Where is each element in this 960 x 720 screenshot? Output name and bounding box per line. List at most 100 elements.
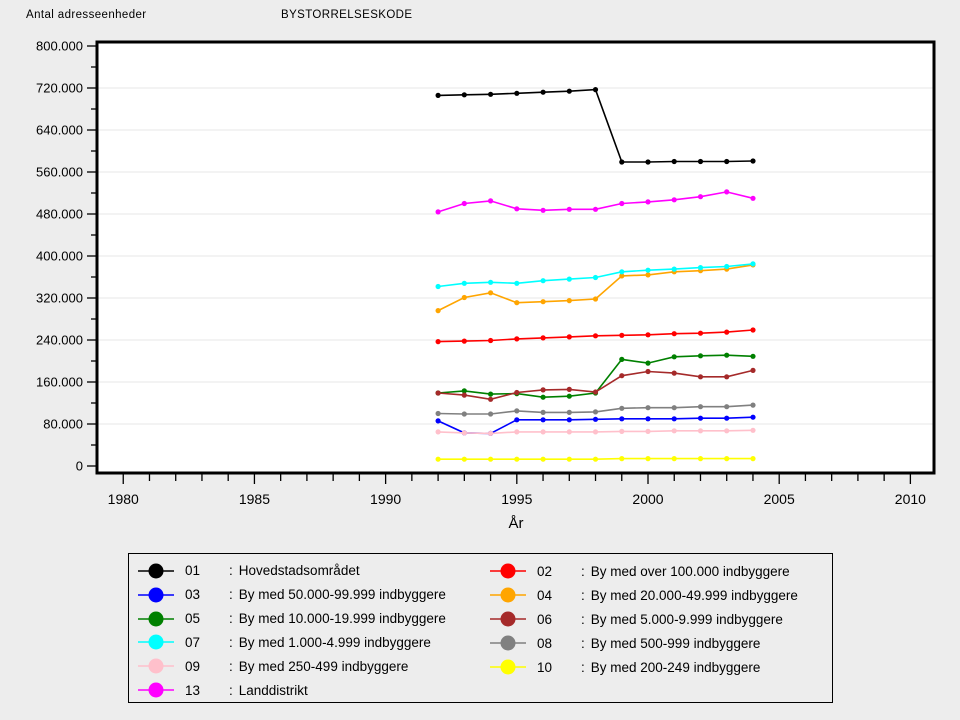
data-point-02 <box>488 338 493 343</box>
data-point-02 <box>514 336 519 341</box>
data-point-06 <box>462 393 467 398</box>
data-point-09 <box>724 428 729 433</box>
legend-marker-icon <box>489 634 527 652</box>
y-tick-label: 720.000 <box>36 81 83 96</box>
data-point-07 <box>567 277 572 282</box>
data-point-08 <box>645 405 650 410</box>
data-point-08 <box>750 403 755 408</box>
data-point-05 <box>645 361 650 366</box>
legend-item-01: 01:Hovedstadsområdet <box>129 559 481 583</box>
legend-label: By med 1.000-4.999 indbyggere <box>239 635 431 650</box>
legend-column-left: 01:Hovedstadsområdet03:By med 50.000-99.… <box>129 559 481 702</box>
legend-separator: : <box>229 611 233 626</box>
data-point-13 <box>462 201 467 206</box>
data-point-01 <box>567 89 572 94</box>
x-tick-label: 1985 <box>239 491 270 507</box>
legend-marker-icon <box>489 658 527 676</box>
legend-label: Hovedstadsområdet <box>239 563 360 578</box>
data-point-01 <box>462 92 467 97</box>
data-point-10 <box>645 456 650 461</box>
legend-separator: : <box>229 683 233 698</box>
data-point-10 <box>750 456 755 461</box>
data-point-06 <box>750 368 755 373</box>
data-point-01 <box>672 159 677 164</box>
legend-item-10: 10:By med 200-249 indbyggere <box>481 655 832 679</box>
legend-code: 13 <box>185 683 229 698</box>
data-point-09 <box>698 428 703 433</box>
data-point-09 <box>567 429 572 434</box>
data-point-03 <box>436 418 441 423</box>
data-point-02 <box>593 333 598 338</box>
data-point-01 <box>619 159 624 164</box>
legend-code: 09 <box>185 659 229 674</box>
legend-code: 02 <box>537 564 581 579</box>
legend-code: 04 <box>537 588 581 603</box>
data-point-08 <box>514 408 519 413</box>
data-point-02 <box>672 331 677 336</box>
data-point-09 <box>462 430 467 435</box>
data-point-04 <box>593 296 598 301</box>
data-point-07 <box>698 265 703 270</box>
data-point-02 <box>698 331 703 336</box>
data-point-13 <box>514 206 519 211</box>
data-point-07 <box>541 278 546 283</box>
legend-item-13: 13:Landdistrikt <box>129 678 481 702</box>
data-point-03 <box>724 416 729 421</box>
data-point-09 <box>672 428 677 433</box>
data-point-08 <box>488 411 493 416</box>
data-point-07 <box>645 268 650 273</box>
y-tick-label: 400.000 <box>36 249 83 264</box>
legend-label: By med over 100.000 indbyggere <box>591 564 790 579</box>
legend-item-03: 03:By med 50.000-99.999 indbyggere <box>129 583 481 607</box>
data-point-10 <box>567 457 572 462</box>
data-point-03 <box>619 416 624 421</box>
data-point-01 <box>645 159 650 164</box>
data-point-01 <box>436 93 441 98</box>
y-tick-label: 640.000 <box>36 123 83 138</box>
legend-separator: : <box>229 563 233 578</box>
legend-marker-icon <box>489 586 527 604</box>
legend-item-02: 02:By med over 100.000 indbyggere <box>481 559 832 583</box>
legend-marker-icon <box>137 586 175 604</box>
data-point-01 <box>593 87 598 92</box>
data-point-13 <box>645 199 650 204</box>
legend-item-08: 08:By med 500-999 indbyggere <box>481 631 832 655</box>
data-point-03 <box>698 416 703 421</box>
data-point-02 <box>750 327 755 332</box>
data-point-06 <box>436 390 441 395</box>
data-point-06 <box>724 374 729 379</box>
legend-code: 06 <box>537 612 581 627</box>
data-point-03 <box>672 416 677 421</box>
legend-column-right: 02:By med over 100.000 indbyggere04:By m… <box>481 559 832 702</box>
data-point-09 <box>436 429 441 434</box>
data-point-09 <box>619 429 624 434</box>
data-point-01 <box>541 90 546 95</box>
x-tick-label: 2010 <box>895 491 926 507</box>
data-point-06 <box>541 387 546 392</box>
y-tick-label: 800.000 <box>36 39 83 54</box>
data-point-08 <box>567 410 572 415</box>
legend-code: 08 <box>537 636 581 651</box>
data-point-07 <box>672 267 677 272</box>
y-tick-label: 240.000 <box>36 333 83 348</box>
y-tick-label: 560.000 <box>36 165 83 180</box>
data-point-13 <box>750 196 755 201</box>
data-point-07 <box>462 281 467 286</box>
x-axis-label: År <box>476 515 556 532</box>
data-point-05 <box>619 357 624 362</box>
legend-marker-icon <box>489 562 527 580</box>
legend-label: By med 50.000-99.999 indbyggere <box>239 587 446 602</box>
legend-separator: : <box>229 635 233 650</box>
data-point-13 <box>541 208 546 213</box>
data-point-13 <box>619 201 624 206</box>
legend-code: 10 <box>537 660 581 675</box>
legend-label: By med 5.000-9.999 indbyggere <box>591 612 783 627</box>
legend-separator: : <box>581 588 585 603</box>
data-point-08 <box>698 404 703 409</box>
legend-item-04: 04:By med 20.000-49.999 indbyggere <box>481 583 832 607</box>
data-point-04 <box>462 295 467 300</box>
data-point-04 <box>514 300 519 305</box>
data-point-04 <box>645 272 650 277</box>
legend-code: 03 <box>185 587 229 602</box>
data-point-13 <box>672 197 677 202</box>
